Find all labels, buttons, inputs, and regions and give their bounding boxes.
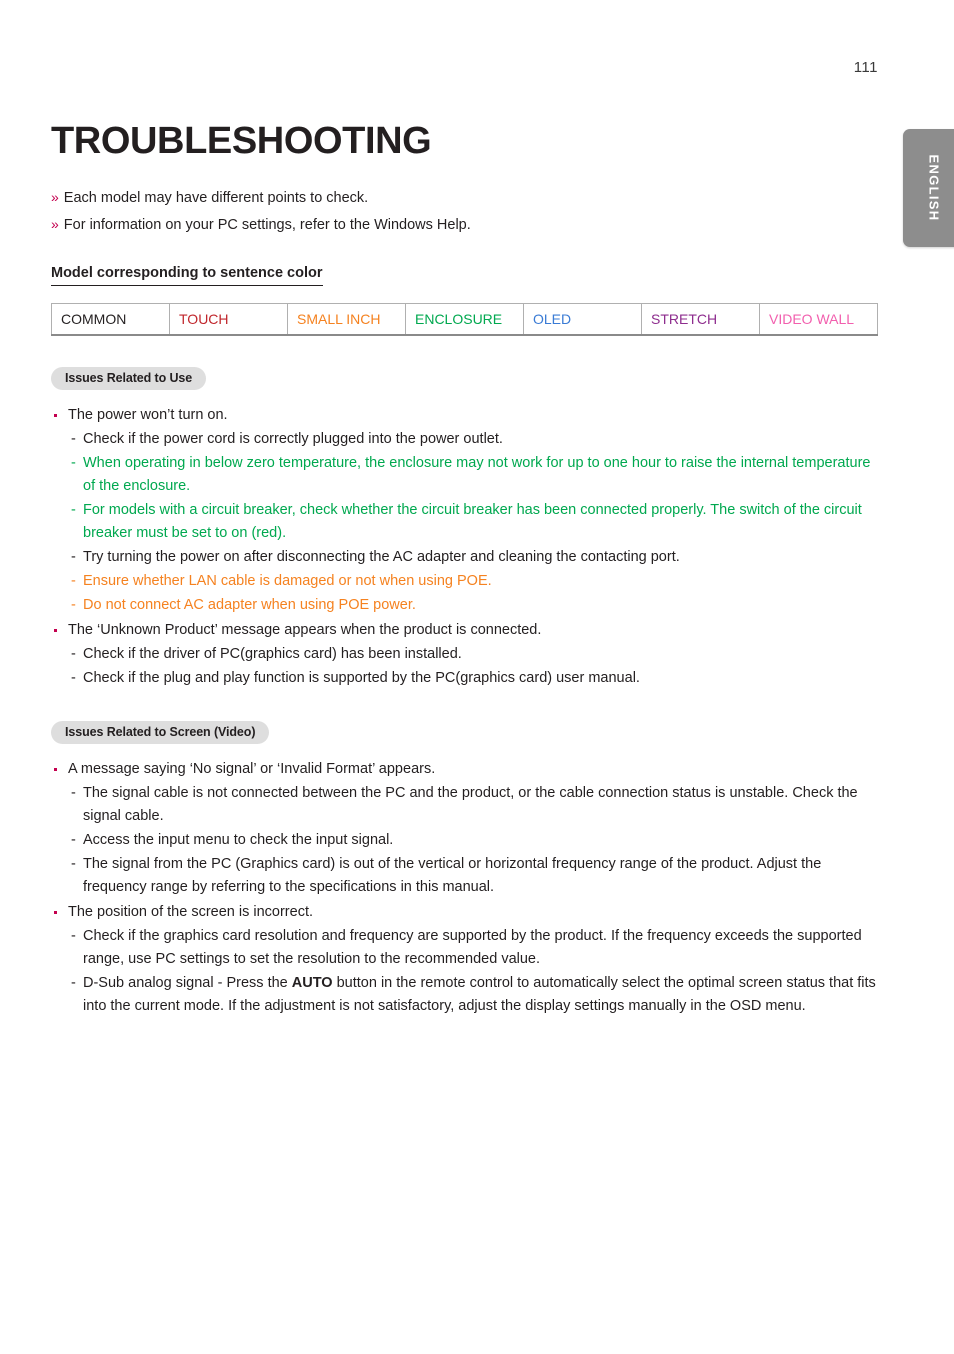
dash-marker: -: [71, 927, 76, 944]
section-badge-wrap: Issues Related to Screen (Video): [51, 690, 879, 744]
dash-marker: -: [71, 669, 76, 686]
list-sub-item: - Do not connect AC adapter when using PO…: [51, 594, 879, 617]
dash-marker: -: [71, 501, 76, 518]
page-content: TROUBLESHOOTING » Each model may have di…: [51, 0, 879, 1018]
list-item: The power won’t turn on.: [51, 404, 879, 427]
list-sub-item: - Check if the graphics card resolution a…: [51, 925, 879, 971]
list-sub-item: - Access the input menu to check the inpu…: [51, 829, 879, 852]
intro-line-text: For information on your PC settings, ref…: [63, 216, 471, 233]
intro-notes: » Each model may have different points t…: [51, 184, 879, 238]
dash-marker: -: [71, 430, 76, 447]
list-sub-item-text: Check if the power cord is correctly plu…: [83, 430, 503, 447]
list-sub-item: - Check if the driver of PC(graphics card…: [51, 643, 879, 666]
dash-marker: -: [71, 855, 76, 872]
list-sub-item-text: Check if the plug and play function is s…: [83, 669, 640, 686]
list-sub-item-text: Check if the driver of PC(graphics card)…: [83, 645, 462, 662]
intro-line-text: Each model may have different points to …: [63, 189, 369, 206]
dash-marker: -: [71, 572, 76, 589]
language-tab-label: ENGLISH: [926, 154, 942, 222]
intro-line: » For information on your PC settings, r…: [51, 211, 879, 238]
list-sub-item-text: For models with a circuit breaker, check…: [83, 501, 862, 541]
list-sub-item: - Try turning the power on after disconne…: [51, 546, 879, 569]
bullet-list: A message saying ‘No signal’ or ‘Invalid…: [51, 758, 879, 1018]
list-sub-item-text: Try turning the power on after disconnec…: [83, 548, 680, 565]
list-sub-item: - When operating in below zero temperatur…: [51, 452, 879, 498]
list-sub-item-text: The signal from the PC (Graphics card) i…: [83, 855, 822, 895]
legend-cell-small-inch: SMALL INCH: [287, 302, 406, 336]
dash-marker: -: [71, 784, 76, 801]
list-sub-item-text: When operating in below zero temperature…: [83, 454, 871, 494]
list-item: The position of the screen is incorrect.: [51, 901, 879, 924]
list-item: A message saying ‘No signal’ or ‘Invalid…: [51, 758, 879, 781]
list-sub-item-text: Ensure whether LAN cable is damaged or n…: [83, 572, 492, 589]
list-sub-item-text: The signal cable is not connected betwee…: [83, 784, 858, 824]
emphasis-text: AUTO: [291, 974, 333, 991]
color-legend-table: COMMON TOUCH SMALL INCH ENCLOSURE OLED S…: [51, 302, 878, 336]
list-sub-item: - Ensure whether LAN cable is damaged or …: [51, 570, 879, 593]
dash-marker: -: [71, 548, 76, 565]
section-badge: Issues Related to Screen (Video): [51, 720, 270, 744]
section-badge: Issues Related to Use: [51, 366, 207, 390]
language-tab: ENGLISH: [903, 129, 954, 247]
list-sub-item: - The signal from the PC (Graphics card) …: [51, 853, 879, 899]
dash-marker: -: [71, 974, 76, 991]
dash-marker: -: [71, 454, 76, 471]
intro-line: » Each model may have different points t…: [51, 184, 879, 211]
list-sub-item: - Check if the plug and play function is …: [51, 667, 879, 690]
list-sub-item-text: Check if the graphics card resolution an…: [83, 927, 862, 967]
page-title: TROUBLESHOOTING: [51, 120, 432, 162]
list-sub-item: - Check if the power cord is correctly pl…: [51, 428, 879, 451]
list-sub-item-text: Access the input menu to check the input…: [83, 831, 394, 848]
legend-cell-stretch: STRETCH: [641, 302, 760, 336]
legend-cell-video-wall: VIDEO WALL: [759, 302, 878, 336]
list-sub-item-text: Do not connect AC adapter when using POE…: [83, 596, 416, 613]
bullet-list: The power won’t turn on. - Check if the po…: [51, 404, 879, 690]
dash-marker: -: [71, 831, 76, 848]
legend-cell-enclosure: ENCLOSURE: [405, 302, 524, 336]
list-sub-item: - D-Sub analog signal - Press the AUTO bu…: [51, 972, 879, 1018]
dash-marker: -: [71, 596, 76, 613]
chevron-double-right-icon: »: [51, 188, 59, 205]
legend-cell-common: COMMON: [51, 302, 170, 336]
chevron-double-right-icon: »: [51, 215, 59, 232]
sub-heading: Model corresponding to sentence color: [51, 265, 323, 286]
list-item: The ‘Unknown Product’ message appears wh…: [51, 619, 879, 642]
troubleshooting-sections: Issues Related to Use The power won’t tur…: [51, 336, 879, 1018]
list-sub-item-text: D-Sub analog signal - Press the AUTO but…: [83, 974, 876, 1014]
list-sub-item: - For models with a circuit breaker, chec…: [51, 499, 879, 545]
list-sub-item: - The signal cable is not connected betwe…: [51, 782, 879, 828]
section-badge-wrap: Issues Related to Use: [51, 336, 879, 390]
sub-heading-wrap: Model corresponding to sentence color: [51, 238, 879, 286]
legend-cell-oled: OLED: [523, 302, 642, 336]
dash-marker: -: [71, 645, 76, 662]
legend-cell-touch: TOUCH: [169, 302, 288, 336]
table-row: COMMON TOUCH SMALL INCH ENCLOSURE OLED S…: [51, 302, 878, 336]
